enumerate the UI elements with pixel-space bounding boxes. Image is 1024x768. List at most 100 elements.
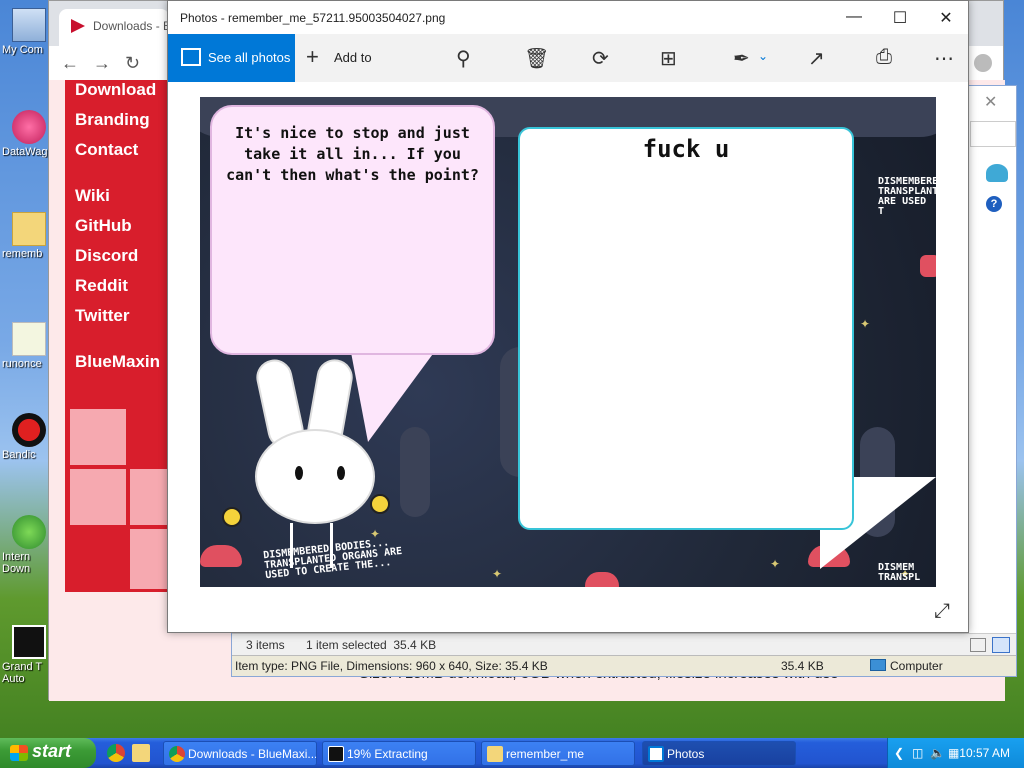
nav-link-wiki[interactable]: Wiki — [75, 186, 110, 206]
red-critter — [920, 255, 936, 277]
desktop-icon-label: Grand T — [2, 661, 43, 673]
tiles-view-icon[interactable] — [992, 637, 1010, 653]
nav-link-branding[interactable]: Branding — [75, 110, 150, 130]
computer-icon — [870, 659, 886, 671]
shell-icon[interactable] — [986, 164, 1008, 182]
tray-expand-icon[interactable]: ❮ — [894, 746, 908, 760]
game-icon — [12, 625, 46, 659]
share-icon[interactable]: ↗ — [808, 46, 825, 70]
zoom-icon[interactable]: ⚲ — [456, 46, 471, 70]
network-icon[interactable]: ◫ — [912, 746, 926, 760]
datawag-icon — [12, 110, 46, 144]
star-decoration: ✦ — [860, 317, 871, 331]
desktop-icon-datawag[interactable]: DataWag — [0, 110, 50, 158]
background-caption: DISMEMBERED TRANSPLANTED ARE USED T — [878, 176, 936, 217]
taskbar-button-photos[interactable]: Photos — [642, 741, 796, 766]
background-caption: DISMEM TRANSPL — [878, 562, 921, 583]
start-label: start — [32, 741, 72, 761]
photos-icon — [181, 48, 201, 66]
taskbar: start Downloads - BlueMaxi... 19% Extrac… — [0, 738, 1024, 768]
red-critter — [200, 545, 242, 567]
logo-square — [67, 406, 129, 468]
right-speech-bubble: fuck u — [518, 127, 854, 530]
details-view-icon[interactable] — [970, 638, 986, 652]
item-count: 3 items — [246, 638, 285, 652]
nav-link-download[interactable]: Download — [75, 80, 156, 100]
close-icon[interactable]: ✕ — [984, 92, 997, 112]
taskbar-clock[interactable]: 10:57 AM — [959, 746, 1010, 760]
bunny-character — [222, 356, 390, 568]
background-caption: DISMEMBERED BODIES... TRANSPLANTED ORGAN… — [262, 537, 403, 582]
item-type-info: Item type: PNG File, Dimensions: 960 x 6… — [235, 659, 548, 673]
see-all-label: See all photos — [208, 50, 291, 65]
windows-logo-icon — [10, 745, 28, 761]
desktop-icon-label: My Com — [2, 44, 43, 56]
browser-tab-title: Downloads - B — [93, 19, 169, 33]
chrome-icon — [169, 746, 185, 762]
file-icon — [12, 322, 46, 356]
print-icon[interactable]: ⎙ — [876, 46, 892, 70]
star-decoration: ✦ — [492, 567, 503, 581]
see-all-photos-button[interactable]: See all photos — [168, 34, 295, 82]
folder-icon — [12, 212, 46, 246]
idm-icon — [12, 515, 46, 549]
nav-link-twitter[interactable]: Twitter — [75, 306, 129, 326]
item-size: 35.4 KB — [781, 659, 824, 673]
star-decoration: ✦ — [770, 557, 781, 571]
maximize-button[interactable]: ☐ — [877, 5, 923, 31]
taskbar-button-label: remember_me — [506, 747, 585, 761]
explorer-icon[interactable] — [132, 744, 150, 762]
nav-link-contact[interactable]: Contact — [75, 140, 138, 160]
desktop-icon-runonce[interactable]: runonce — [0, 322, 50, 370]
expand-icon[interactable]: ⤢ — [934, 600, 950, 623]
taskbar-button-label: Downloads - BlueMaxi... — [188, 747, 317, 761]
minimize-button[interactable]: — — [831, 5, 877, 31]
profile-icon[interactable] — [974, 54, 992, 72]
nav-link-reddit[interactable]: Reddit — [75, 276, 128, 296]
desktop-icon-gta[interactable]: Grand T Auto — [0, 625, 50, 685]
crop-icon[interactable]: ⊞ — [660, 46, 677, 70]
nav-link-github[interactable]: GitHub — [75, 216, 132, 236]
site-sidebar: Download Branding Contact Wiki GitHub Di… — [65, 80, 177, 592]
photos-icon — [648, 746, 664, 762]
chrome-icon[interactable] — [107, 744, 125, 762]
taskbar-button-7zip[interactable]: 19% Extracting — [322, 741, 476, 766]
desktop-icon-my-computer[interactable]: My Com — [0, 8, 50, 56]
left-speech-bubble: It's nice to stop and just take it all i… — [210, 105, 495, 355]
help-icon[interactable]: ? — [986, 196, 1002, 212]
forward-icon[interactable]: → — [93, 53, 111, 74]
desktop-icon-label: Bandic — [2, 449, 36, 461]
close-button[interactable]: ✕ — [923, 5, 969, 31]
rotate-icon[interactable]: ⟳ — [592, 46, 609, 70]
nav-link-bluemaxima[interactable]: BlueMaxin — [75, 352, 160, 372]
explorer-status-bar: 3 items 1 item selected 35.4 KB — [232, 633, 1016, 655]
bunny-head — [255, 429, 375, 524]
chevron-down-icon[interactable]: ⌄ — [758, 49, 768, 73]
more-icon[interactable]: ⋯ — [934, 46, 954, 70]
desktop-icon-remember[interactable]: rememb — [0, 212, 50, 260]
add-to-button[interactable]: + Add to — [306, 44, 376, 72]
desktop-icon-label: DataWag — [2, 146, 48, 158]
desktop-icon-bandicam[interactable]: Bandic — [0, 413, 50, 461]
browser-tab[interactable]: Downloads - B — [59, 9, 169, 46]
taskbar-button-folder[interactable]: remember_me — [481, 741, 635, 766]
bunny-hand — [370, 494, 390, 514]
desktop-icon-label-2: Auto — [2, 673, 25, 685]
taskbar-button-chrome[interactable]: Downloads - BlueMaxi... — [163, 741, 317, 766]
taskbar-button-label: 19% Extracting — [347, 747, 428, 761]
add-to-label: Add to — [334, 50, 372, 65]
location-label: Computer — [890, 659, 943, 673]
volume-icon[interactable]: 🔈 — [930, 746, 945, 760]
start-button[interactable]: start — [0, 738, 96, 768]
reload-icon[interactable]: ↻ — [125, 53, 140, 74]
desktop-icon-label: rememb — [2, 248, 43, 260]
nav-link-discord[interactable]: Discord — [75, 246, 138, 266]
red-critter — [585, 572, 619, 587]
desktop-icon-idm[interactable]: Intern Down — [0, 515, 50, 575]
photos-titlebar: Photos - remember_me_57211.95003504027.p… — [168, 1, 968, 34]
explorer-details-bar: Item type: PNG File, Dimensions: 960 x 6… — [232, 655, 1016, 676]
back-icon[interactable]: ← — [61, 53, 79, 74]
bunny-eye — [337, 466, 345, 480]
edit-icon[interactable]: ✒ — [733, 46, 750, 70]
delete-icon[interactable]: 🗑 — [524, 46, 549, 70]
